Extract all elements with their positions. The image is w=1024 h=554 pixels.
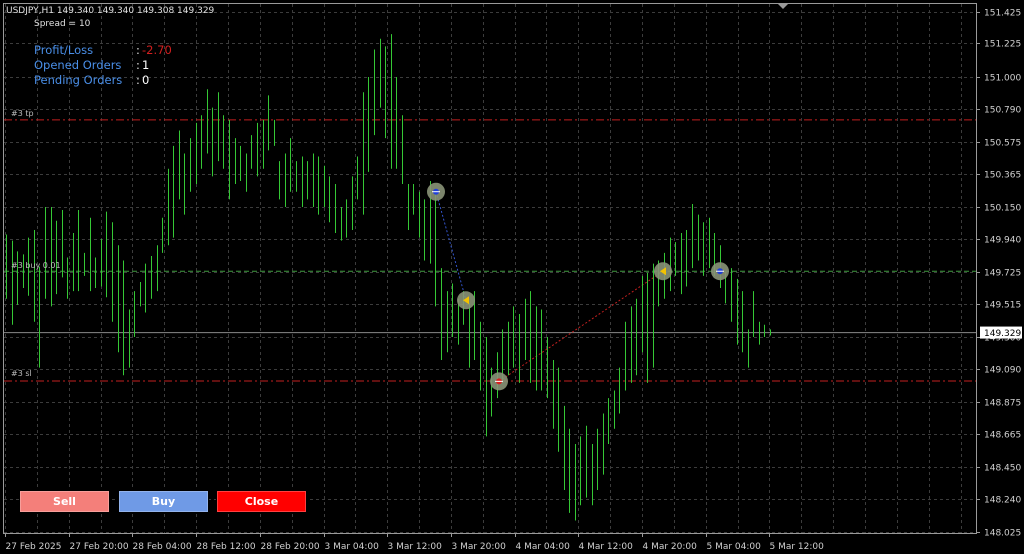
trade-connector [498, 270, 664, 382]
time-tick-label: 3 Mar 20:00 [452, 542, 507, 552]
time-tick-label: 5 Mar 04:00 [707, 542, 762, 552]
current-price-marker: 149.329 [980, 326, 1022, 339]
time-tick-label: 4 Mar 20:00 [643, 542, 698, 552]
price-tick-label: 150.790 [984, 106, 1021, 116]
info-value-profit: -2.70 [142, 43, 172, 57]
time-axis: 27 Feb 2025 27 Feb 20:00 28 Feb 04:00 28 Fe… [5, 533, 825, 552]
info-label-opened: Opened Orders [34, 58, 122, 72]
time-tick-label: 3 Mar 12:00 [388, 542, 443, 552]
tp-line-label: #3 tp [11, 109, 34, 118]
info-row-profit: Profit/Loss : -2.70 [34, 43, 172, 57]
chart-grid [4, 4, 976, 533]
price-tick-label: 149.515 [984, 301, 1021, 311]
trade-arrow-icon [427, 182, 445, 201]
price-tick-label: 148.025 [984, 529, 1021, 539]
time-tick-label: 3 Mar 04:00 [325, 542, 380, 552]
price-tick-label: 148.450 [984, 464, 1021, 474]
sl-line-label: #3 sl [11, 369, 32, 378]
buy-line-label: #3 buy 0.01 [11, 261, 61, 270]
price-tick-label: 148.665 [984, 431, 1021, 441]
chart-shift-icon[interactable] [778, 4, 788, 9]
plot-frame [3, 3, 977, 534]
order-levels [4, 119, 976, 382]
time-tick-label: 28 Feb 20:00 [261, 542, 320, 552]
symbol-info: USDJPY,H1 149.340 149.340 149.308 149.32… [6, 6, 215, 16]
ohlc-bars [6, 34, 771, 521]
price-tick-label: 149.940 [984, 236, 1021, 246]
spread-info: Spread = 10 [34, 19, 91, 29]
price-axis: 151.425 151.225 151.000 150.790 150.575 150.3… [976, 9, 1021, 539]
info-row-pending: Pending Orders : 0 [34, 73, 149, 87]
info-colon: : [136, 73, 140, 87]
time-tick-label: 4 Mar 12:00 [579, 542, 634, 552]
buy-button[interactable]: Buy [118, 490, 209, 513]
price-tick-label: 150.365 [984, 171, 1021, 181]
time-tick-label: 28 Feb 12:00 [197, 542, 256, 552]
trade-arrow-icon [457, 291, 475, 310]
info-label-pending: Pending Orders [34, 73, 123, 87]
info-colon: : [136, 43, 140, 57]
info-value-pending: 0 [142, 73, 150, 87]
trade-arrow-icon [654, 262, 672, 281]
time-tick-label: 27 Feb 20:00 [70, 542, 129, 552]
price-tick-label: 150.150 [984, 204, 1021, 214]
time-tick-label: 27 Feb 2025 [6, 542, 62, 552]
price-tick-label: 148.240 [984, 496, 1021, 506]
info-colon: : [136, 58, 140, 72]
price-tick-label: 149.725 [984, 269, 1021, 279]
price-chart[interactable]: 151.425 151.225 151.000 150.790 150.575 150.3… [0, 0, 1024, 554]
info-row-opened: Opened Orders : 1 [34, 58, 149, 72]
time-tick-label: 28 Feb 04:00 [133, 542, 192, 552]
info-value-opened: 1 [142, 58, 150, 72]
price-tick-label: 151.225 [984, 40, 1021, 50]
time-tick-label: 4 Mar 04:00 [516, 542, 571, 552]
trade-arrow-icon [711, 262, 729, 281]
info-label-profit: Profit/Loss [34, 43, 94, 57]
price-tick-label: 151.000 [984, 74, 1021, 84]
price-tick-label: 149.090 [984, 366, 1021, 376]
time-tick-label: 5 Mar 12:00 [770, 542, 825, 552]
close-button[interactable]: Close [216, 490, 307, 513]
price-tick-label: 150.575 [984, 139, 1021, 149]
trade-arrow-icon [490, 372, 508, 391]
current-price-label: 149.329 [984, 329, 1021, 339]
sell-button[interactable]: Sell [19, 490, 110, 513]
price-tick-label: 148.875 [984, 399, 1021, 409]
price-tick-label: 151.425 [984, 9, 1021, 19]
